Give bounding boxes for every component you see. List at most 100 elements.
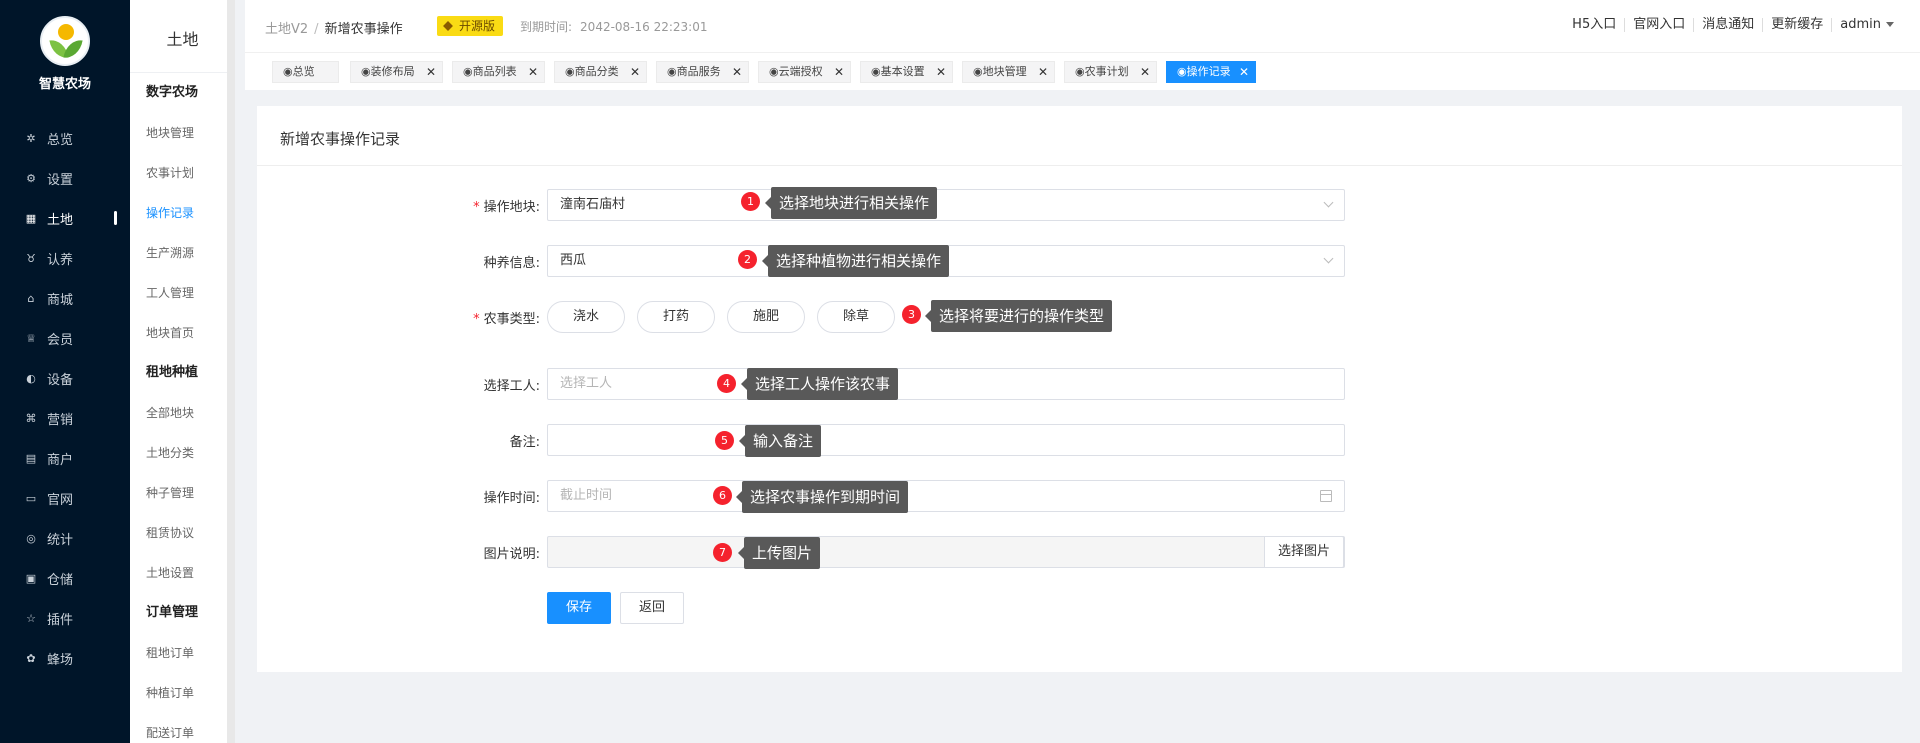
type-fertilize-button[interactable]: 施肥 bbox=[727, 301, 805, 333]
sub-item-farm-plan[interactable]: 农事计划 bbox=[146, 153, 231, 193]
close-icon[interactable]: ✕ bbox=[1140, 62, 1150, 82]
h5-entry-link[interactable]: H5入口 bbox=[1564, 18, 1626, 32]
back-button[interactable]: 返回 bbox=[620, 592, 684, 624]
website-entry-link[interactable]: 官网入口 bbox=[1625, 18, 1695, 32]
type-spray-button[interactable]: 打药 bbox=[637, 301, 715, 333]
step-marker-4: 4 bbox=[717, 374, 736, 393]
close-icon[interactable]: ✕ bbox=[936, 62, 946, 82]
main-sidebar: 智慧农场 ✲ 总览 ⚙ 设置 ▦ 土地 ♉ 认养 ⌂ 商城 ♕ 会员 ◐ 设备 ⌘ 营销 ▤ 商户… bbox=[0, 0, 130, 743]
step-marker-7: 7 bbox=[713, 543, 732, 562]
sub-item-all-plots[interactable]: 全部地块 bbox=[146, 393, 231, 433]
sub-item-workers[interactable]: 工人管理 bbox=[146, 273, 231, 313]
breadcrumb-root[interactable]: 土地V2 bbox=[265, 22, 308, 37]
main-nav: ✲ 总览 ⚙ 设置 ▦ 土地 ♉ 认养 ⌂ 商城 ♕ 会员 ◐ 设备 ⌘ 营销 ▤ 商户 ▭ 官网 … bbox=[0, 118, 130, 678]
tab-cloud-auth[interactable]: ◉云端授权 ✕ bbox=[758, 61, 851, 83]
sub-item-delivery-orders[interactable]: 配送订单 bbox=[146, 713, 231, 743]
tooltip-4: 选择工人操作该农事 bbox=[740, 368, 899, 400]
sub-item-operation-record[interactable]: 操作记录 bbox=[146, 193, 231, 233]
warehouse-icon: ▣ bbox=[25, 571, 37, 585]
nav-item-warehouse[interactable]: ▣ 仓储 bbox=[0, 558, 130, 598]
save-button[interactable]: 保存 bbox=[547, 592, 611, 624]
close-icon[interactable]: ✕ bbox=[528, 62, 538, 82]
tabs-bar: ◉总览 ◉装修布局 ✕ ◉商品列表 ✕ ◉商品分类 ✕ ◉商品服务 ✕ ◉云端授权 ✕ ◉… bbox=[245, 52, 1920, 90]
tab-operation-record[interactable]: ◉操作记录 ✕ bbox=[1166, 61, 1256, 83]
nav-item-member[interactable]: ♕ 会员 bbox=[0, 318, 130, 358]
sub-item-plot-manage[interactable]: 地块管理 bbox=[146, 113, 231, 153]
nav-item-website[interactable]: ▭ 官网 bbox=[0, 478, 130, 518]
plant-label: 种养信息: bbox=[483, 256, 540, 271]
tree-icon: ♉ bbox=[26, 251, 36, 265]
sub-item-land-settings[interactable]: 土地设置 bbox=[146, 553, 231, 593]
caret-down-icon bbox=[1886, 22, 1894, 27]
tab-farm-plan[interactable]: ◉农事计划 ✕ bbox=[1064, 61, 1157, 83]
nav-item-device[interactable]: ◐ 设备 bbox=[0, 358, 130, 398]
sub-item-seeds[interactable]: 种子管理 bbox=[146, 473, 231, 513]
gear-icon: ⚙ bbox=[26, 171, 36, 185]
close-icon[interactable]: ✕ bbox=[1239, 62, 1249, 82]
nav-item-marketing[interactable]: ⌘ 营销 bbox=[0, 398, 130, 438]
grid-icon: ▦ bbox=[25, 211, 37, 225]
nav-item-bee[interactable]: ✿ 蜂场 bbox=[0, 638, 130, 678]
shop-icon: ⌂ bbox=[27, 291, 35, 305]
active-indicator bbox=[114, 211, 117, 225]
close-icon[interactable]: ✕ bbox=[732, 62, 742, 82]
sub-item-plant-orders[interactable]: 种植订单 bbox=[146, 673, 231, 713]
form-card: 新增农事操作记录 * 操作地块: 潼南石庙村 种养信息: 西瓜 * 农事类型: 浇水… bbox=[257, 106, 1902, 672]
time-label: 操作时间: bbox=[483, 491, 540, 506]
refresh-cache-link[interactable]: 更新缓存 bbox=[1763, 18, 1833, 32]
header-links: H5入口 官网入口 消息通知 更新缓存 admin bbox=[1564, 18, 1894, 32]
tab-overview[interactable]: ◉总览 bbox=[272, 61, 339, 83]
user-menu[interactable]: admin bbox=[1832, 18, 1894, 32]
nav-item-settings[interactable]: ⚙ 设置 bbox=[0, 158, 130, 198]
note-input[interactable] bbox=[547, 424, 1345, 456]
image-upload-field: 选择图片 bbox=[547, 536, 1345, 568]
nav-item-merchant[interactable]: ▤ 商户 bbox=[0, 438, 130, 478]
step-marker-2: 2 bbox=[738, 250, 757, 269]
diamond-icon bbox=[443, 21, 453, 31]
sub-item-plot-home[interactable]: 地块首页 bbox=[146, 313, 231, 353]
close-icon[interactable]: ✕ bbox=[426, 62, 436, 82]
expire-info: 到期时间: 2042-08-16 22:23:01 bbox=[520, 20, 708, 34]
breadcrumb: 土地V2/新增农事操作 bbox=[265, 22, 403, 37]
close-icon[interactable]: ✕ bbox=[1038, 62, 1048, 82]
top-header: 土地V2/新增农事操作 开源版 到期时间: 2042-08-16 22:23:01… bbox=[245, 0, 1920, 52]
nav-item-overview[interactable]: ✲ 总览 bbox=[0, 118, 130, 158]
notification-link[interactable]: 消息通知 bbox=[1694, 18, 1764, 32]
tab-product-service[interactable]: ◉商品服务 ✕ bbox=[656, 61, 749, 83]
tab-basic-settings[interactable]: ◉基本设置 ✕ bbox=[860, 61, 953, 83]
nav-item-plugin[interactable]: ☆ 插件 bbox=[0, 598, 130, 638]
sub-sidebar-scrollbar[interactable] bbox=[227, 0, 235, 743]
tooltip-6: 选择农事操作到期时间 bbox=[735, 481, 909, 513]
sub-item-land-category[interactable]: 土地分类 bbox=[146, 433, 231, 473]
plot-select[interactable]: 潼南石庙村 bbox=[547, 189, 1345, 221]
type-water-button[interactable]: 浇水 bbox=[547, 301, 625, 333]
nav-item-stats[interactable]: ◎ 统计 bbox=[0, 518, 130, 558]
close-icon[interactable]: ✕ bbox=[630, 62, 640, 82]
nav-item-shop[interactable]: ⌂ 商城 bbox=[0, 278, 130, 318]
worker-input[interactable]: 选择工人 bbox=[547, 368, 1345, 400]
chevron-down-icon bbox=[1323, 253, 1334, 264]
tooltip-5: 输入备注 bbox=[738, 425, 822, 457]
nav-item-adopt[interactable]: ♉ 认养 bbox=[0, 238, 130, 278]
type-weed-button[interactable]: 除草 bbox=[817, 301, 895, 333]
nav-item-land[interactable]: ▦ 土地 bbox=[0, 198, 130, 238]
step-marker-6: 6 bbox=[713, 486, 732, 505]
marketing-icon: ⌘ bbox=[25, 411, 37, 425]
page-scrollbar[interactable] bbox=[1905, 90, 1920, 743]
note-label: 备注: bbox=[509, 435, 540, 450]
tab-plot-manage[interactable]: ◉地块管理 ✕ bbox=[962, 61, 1055, 83]
tab-product-list[interactable]: ◉商品列表 ✕ bbox=[452, 61, 545, 83]
farm-logo-icon[interactable] bbox=[40, 16, 90, 66]
tab-decoration[interactable]: ◉装修布局 ✕ bbox=[350, 61, 443, 83]
worker-label: 选择工人: bbox=[483, 379, 540, 394]
chevron-down-icon bbox=[1323, 197, 1334, 208]
sub-item-lease-orders[interactable]: 租地订单 bbox=[146, 633, 231, 673]
time-picker[interactable]: 截止时间 bbox=[547, 480, 1345, 512]
close-icon[interactable]: ✕ bbox=[834, 62, 844, 82]
page-title: 新增农事操作记录 bbox=[280, 130, 401, 148]
choose-image-button[interactable]: 选择图片 bbox=[1264, 536, 1344, 568]
sub-sidebar: 土地 数字农场 地块管理 农事计划 操作记录 生产溯源 工人管理 地块首页 租地… bbox=[130, 0, 235, 743]
tab-product-category[interactable]: ◉商品分类 ✕ bbox=[554, 61, 647, 83]
sub-item-lease[interactable]: 租赁协议 bbox=[146, 513, 231, 553]
sub-item-trace[interactable]: 生产溯源 bbox=[146, 233, 231, 273]
